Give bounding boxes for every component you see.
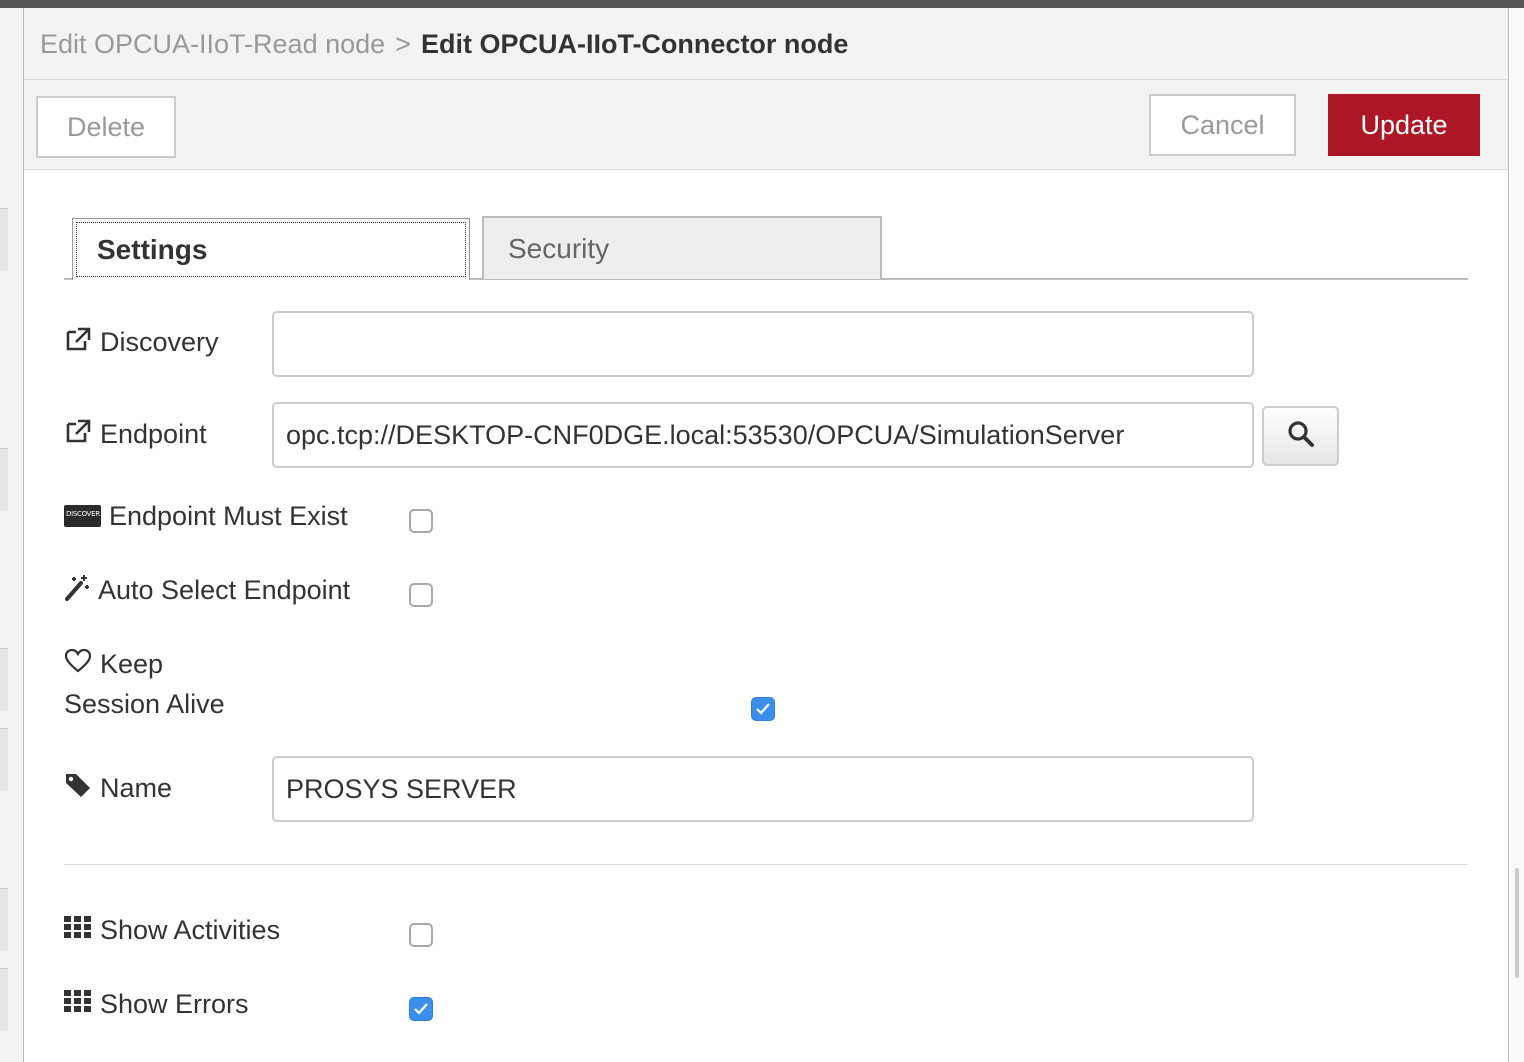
tag-icon: [64, 772, 92, 805]
show-errors-label-text: Show Errors: [100, 988, 249, 1019]
name-label-text: Name: [100, 772, 173, 803]
tab-security[interactable]: Security: [482, 216, 882, 279]
breadcrumb: Edit OPCUA-IIoT-Read node > Edit OPCUA-IIo…: [24, 8, 1508, 80]
keep-session-alive-label: Keep: [64, 646, 163, 682]
discovery-label-text: Discovery: [100, 326, 219, 357]
breadcrumb-separator: >: [395, 29, 411, 59]
tray-toolbar: Delete Cancel Update: [24, 80, 1508, 170]
grid-icon: [64, 989, 92, 1020]
flow-node-edge: [0, 968, 8, 1031]
endpoint-must-exist-label-text: Endpoint Must Exist: [109, 500, 348, 531]
endpoint-label: Endpoint: [64, 416, 207, 452]
show-activities-label-text: Show Activities: [100, 914, 281, 945]
discover-card-icon: DISCOVER: [64, 505, 101, 527]
flow-node-edge: [0, 728, 8, 791]
breadcrumb-current: Edit OPCUA-IIoT-Connector node: [420, 29, 849, 59]
endpoint-must-exist-checkbox[interactable]: [409, 509, 433, 533]
vertical-scrollbar[interactable]: [1508, 8, 1524, 1062]
external-link-icon: [64, 418, 92, 451]
update-button[interactable]: Update: [1328, 94, 1480, 156]
tab-security-label: Security: [508, 232, 610, 264]
discovery-input[interactable]: [272, 311, 1254, 377]
keep-session-alive-label-line2: Session Alive: [64, 688, 225, 719]
keep-session-alive-label-line1: Keep: [100, 648, 164, 679]
auto-select-endpoint-label: Auto Select Endpoint: [64, 572, 350, 608]
discovery-label: Discovery: [64, 324, 219, 360]
flow-node-edge: [0, 648, 8, 711]
delete-button[interactable]: Delete: [36, 96, 176, 158]
flow-node-edge: [0, 888, 8, 951]
flow-node-edge: [0, 448, 8, 511]
tab-settings[interactable]: Settings: [72, 218, 470, 280]
checkmark-icon: [414, 1003, 428, 1015]
cancel-button[interactable]: Cancel: [1149, 94, 1296, 156]
flow-node-edge: [0, 208, 8, 271]
workspace-edge-left: [0, 8, 24, 1062]
breadcrumb-previous[interactable]: Edit OPCUA-IIoT-Read node: [40, 29, 385, 59]
endpoint-must-exist-label: DISCOVER Endpoint Must Exist: [64, 498, 348, 534]
focus-outline: [76, 222, 466, 277]
endpoint-input[interactable]: [272, 402, 1254, 468]
window-top-bar: [0, 0, 1524, 8]
name-label: Name: [64, 770, 172, 806]
grid-icon: [64, 915, 92, 946]
show-activities-label: Show Activities: [64, 912, 280, 948]
show-errors-checkbox[interactable]: [409, 997, 433, 1021]
edit-tray: Edit OPCUA-IIoT-Read node > Edit OPCUA-IIo…: [24, 8, 1508, 1062]
magic-wand-icon: [64, 573, 90, 608]
auto-select-endpoint-checkbox[interactable]: [409, 583, 433, 607]
show-errors-label: Show Errors: [64, 986, 249, 1022]
scrollbar-thumb[interactable]: [1515, 868, 1519, 978]
keep-session-alive-checkbox[interactable]: [751, 697, 775, 721]
checkmark-icon: [756, 703, 770, 715]
heart-outline-icon: [64, 648, 92, 681]
external-link-icon: [64, 326, 92, 359]
endpoint-label-text: Endpoint: [100, 418, 207, 449]
endpoint-search-button[interactable]: [1262, 406, 1339, 466]
show-activities-checkbox[interactable]: [409, 923, 433, 947]
name-input[interactable]: [272, 756, 1254, 822]
auto-select-endpoint-label-text: Auto Select Endpoint: [98, 574, 351, 605]
section-divider: [64, 864, 1468, 865]
search-icon: [1287, 420, 1315, 453]
